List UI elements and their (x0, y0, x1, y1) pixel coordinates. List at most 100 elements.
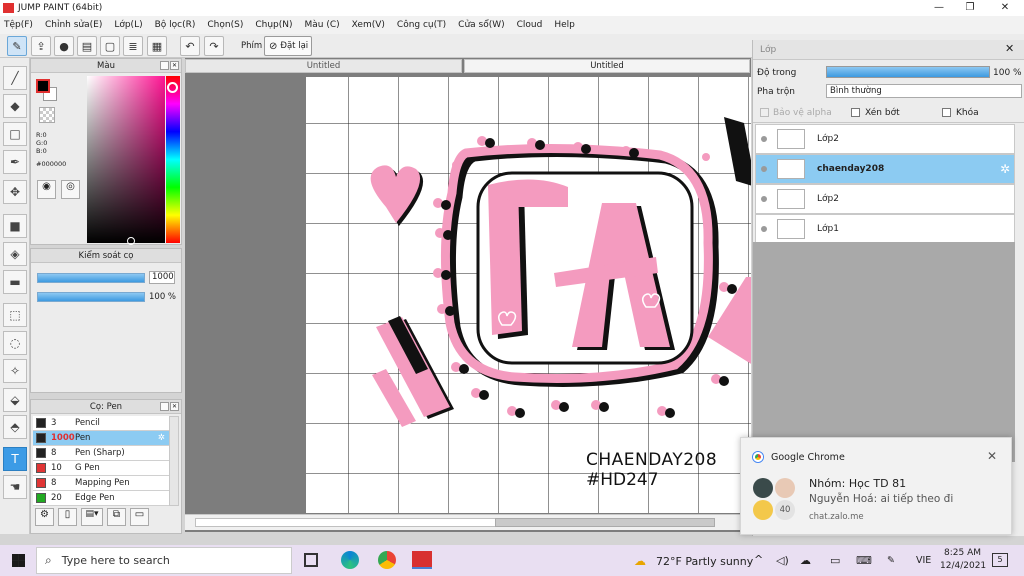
list-icon[interactable]: ≣ (123, 36, 143, 56)
chrome-notification[interactable]: Google Chrome ✕ 40 Nhóm: Học TD 81 Nguyễ… (740, 437, 1012, 535)
lasso-tool-icon[interactable]: ◌ (3, 331, 27, 355)
move-tool-icon[interactable]: ✥ (3, 180, 27, 204)
document-icon[interactable]: ▢ (100, 36, 120, 56)
panel-float-icon[interactable] (160, 402, 169, 411)
task-view-icon[interactable] (304, 553, 318, 567)
tab-untitled-2[interactable]: Untitled (464, 59, 750, 73)
layer-row[interactable]: Lớp2 (755, 184, 1015, 214)
panel-float-icon[interactable] (160, 61, 169, 70)
weather-text[interactable]: 72°F Partly sunny (656, 555, 753, 568)
gradient-tool-icon[interactable]: ▬ (3, 270, 27, 294)
transparent-swatch[interactable] (39, 107, 55, 123)
pen-icon[interactable]: ✎ (887, 555, 895, 566)
layer-row[interactable]: chaenday208 ✲ (755, 154, 1015, 184)
brush-item[interactable]: 10 G Pen (33, 461, 169, 476)
edge-icon[interactable] (341, 551, 359, 569)
speaker-icon[interactable]: ◁) (776, 554, 789, 567)
menu-filter[interactable]: Bộ lọc(R) (155, 20, 196, 30)
brush-list-scrollbar[interactable] (169, 416, 179, 506)
brush-menu-icon[interactable]: ▤▾ (81, 508, 103, 526)
select-pen-tool-icon[interactable]: ⬙ (3, 388, 27, 412)
hue-slider[interactable] (166, 76, 180, 243)
hand-tool-icon[interactable]: ☚ (3, 475, 27, 499)
fill-shape-tool-icon[interactable]: ■ (3, 214, 27, 238)
magic-wand-tool-icon[interactable]: ✧ (3, 359, 27, 383)
menu-edit[interactable]: Chỉnh sửa(E) (45, 20, 102, 30)
layer-opacity-slider[interactable] (826, 66, 990, 78)
scroll-thumb[interactable] (495, 518, 715, 527)
visibility-icon[interactable] (761, 196, 767, 202)
panel-close-icon[interactable]: ✕ (170, 61, 179, 70)
gear-icon[interactable]: ✲ (1000, 162, 1010, 176)
menu-file[interactable]: Tệp(F) (4, 20, 33, 30)
visibility-icon[interactable] (761, 166, 767, 172)
chevron-up-icon[interactable]: ^ (754, 553, 763, 566)
minimize-button[interactable]: — (924, 0, 954, 16)
brush-tool-icon[interactable]: ╱ (3, 66, 27, 90)
jump-paint-taskbar-icon[interactable] (412, 551, 432, 569)
clock-time[interactable]: 8:25 AM (944, 548, 981, 558)
marquee-tool-icon[interactable]: ⬚ (3, 303, 27, 327)
grid-icon[interactable]: ▦ (147, 36, 167, 56)
layer-panel-close-icon[interactable]: ✕ (1005, 42, 1014, 55)
saturation-value-picker[interactable] (87, 76, 165, 245)
export-icon[interactable]: ⇪ (31, 36, 51, 56)
bucket-tool-icon[interactable]: ◈ (3, 242, 27, 266)
menu-help[interactable]: Help (554, 20, 575, 30)
horizontal-scrollbar[interactable] (185, 514, 751, 530)
network-icon[interactable]: ▭ (830, 554, 840, 567)
brush-item[interactable]: 8 Pen (Sharp) (33, 446, 169, 461)
quick-mode-icon[interactable]: ✎ (7, 36, 27, 56)
new-brush-icon[interactable]: ▯ (58, 508, 77, 526)
hue-handle[interactable] (167, 82, 178, 93)
brush-folder-icon[interactable]: ▭ (130, 508, 149, 526)
lock-checkbox[interactable] (942, 108, 951, 117)
language-indicator[interactable]: VIE (916, 555, 931, 566)
menu-capture[interactable]: Chụp(N) (255, 20, 292, 30)
brush-size-slider[interactable] (37, 273, 145, 283)
brush-item[interactable]: 20 Edge Pen (33, 491, 169, 506)
layer-row[interactable]: Lớp1 (755, 214, 1015, 244)
menu-tools[interactable]: Công cụ(T) (397, 20, 446, 30)
panel-close-icon[interactable]: ✕ (170, 402, 179, 411)
windows-start-icon[interactable] (12, 554, 25, 567)
menu-window[interactable]: Cửa sổ(W) (458, 20, 504, 30)
brush-item[interactable]: 1000 Pen ✲ (33, 431, 169, 446)
chrome-taskbar-icon[interactable] (378, 551, 396, 569)
visibility-icon[interactable] (761, 136, 767, 142)
notification-close-icon[interactable]: ✕ (987, 449, 997, 463)
visibility-icon[interactable] (761, 226, 767, 232)
chat-icon[interactable]: ● (54, 36, 74, 56)
select-eraser-tool-icon[interactable]: ⬘ (3, 415, 27, 439)
comment-icon[interactable]: ▤ (77, 36, 97, 56)
eraser-tool-icon[interactable]: ◆ (3, 94, 27, 118)
tab-untitled-1[interactable]: Untitled (185, 59, 462, 73)
brush-item[interactable]: 3 Pencil (33, 416, 169, 431)
pen-tool-icon[interactable]: ✒ (3, 150, 27, 174)
rect-select-tool-icon[interactable]: □ (3, 122, 27, 146)
brush-opacity-slider[interactable] (37, 292, 145, 302)
cloud-icon[interactable]: ☁ (800, 554, 811, 567)
brush-copy-icon[interactable]: ⧉ (107, 508, 126, 526)
menu-view[interactable]: Xem(V) (352, 20, 385, 30)
layer-row[interactable]: Lớp2 (755, 124, 1015, 154)
menu-layer[interactable]: Lớp(L) (114, 20, 142, 30)
undo-icon[interactable]: ↶ (180, 36, 200, 56)
keyboard-icon[interactable]: ⌨ (856, 554, 872, 567)
protect-alpha-checkbox[interactable] (760, 108, 769, 117)
menu-select[interactable]: Chọn(S) (207, 20, 243, 30)
redo-icon[interactable]: ↷ (204, 36, 224, 56)
menu-cloud[interactable]: Cloud (517, 20, 543, 30)
menu-color[interactable]: Màu (C) (305, 20, 340, 30)
blend-mode-select[interactable]: Bình thường (826, 84, 1022, 98)
gear-icon[interactable]: ✲ (158, 433, 165, 443)
brush-item[interactable]: 8 Mapping Pen (33, 476, 169, 491)
clipping-checkbox[interactable] (851, 108, 860, 117)
clock-date[interactable]: 12/4/2021 (940, 561, 986, 571)
foreground-color-swatch[interactable] (36, 79, 50, 93)
close-button[interactable]: ✕ (990, 0, 1020, 16)
action-center-icon[interactable]: 5 (992, 553, 1008, 567)
reset-button[interactable]: ⊘ Đặt lại (264, 36, 312, 56)
palette-icon[interactable]: ◉ (37, 180, 56, 199)
drawing-canvas[interactable]: CHAENDAY208 #HD247 (306, 77, 751, 513)
